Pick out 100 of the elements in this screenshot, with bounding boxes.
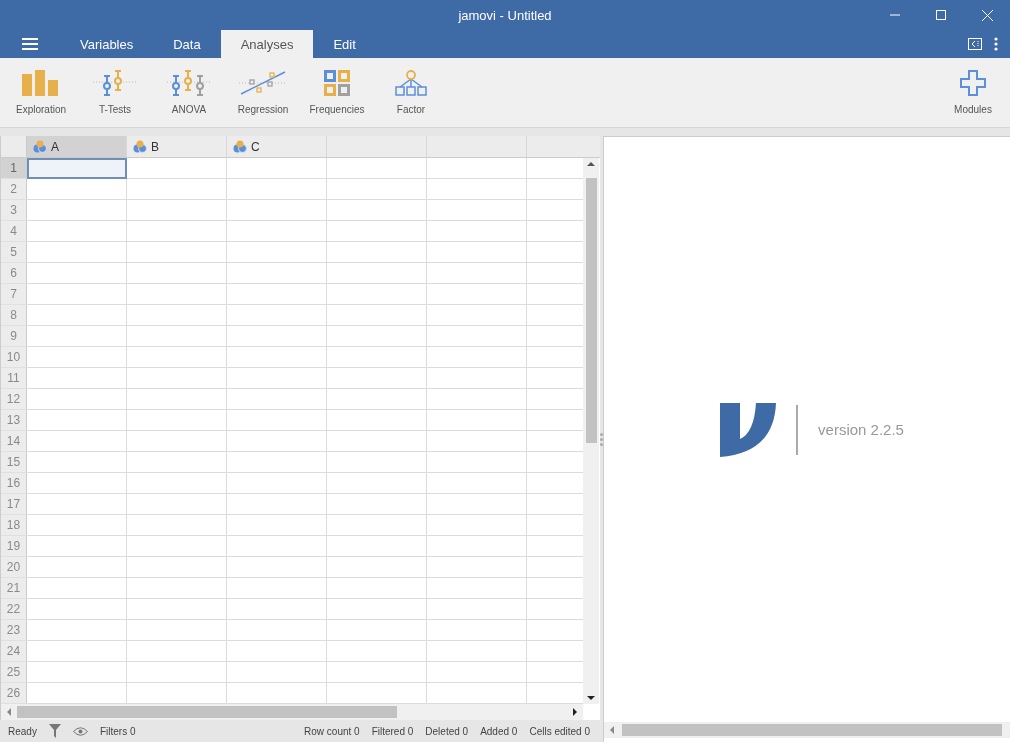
table-cell[interactable]: [227, 410, 327, 431]
table-cell[interactable]: [427, 200, 527, 221]
table-cell[interactable]: [427, 158, 527, 179]
table-cell[interactable]: [327, 473, 427, 494]
table-cell[interactable]: [327, 326, 427, 347]
table-cell[interactable]: [127, 662, 227, 683]
table-cell[interactable]: [327, 515, 427, 536]
table-cell[interactable]: [327, 557, 427, 578]
table-cell[interactable]: [127, 158, 227, 179]
table-cell[interactable]: [327, 263, 427, 284]
table-cell[interactable]: [27, 515, 127, 536]
table-cell[interactable]: [227, 347, 327, 368]
table-cell[interactable]: [27, 536, 127, 557]
table-cell[interactable]: [27, 200, 127, 221]
table-cell[interactable]: [427, 389, 527, 410]
table-cell[interactable]: [27, 599, 127, 620]
table-cell[interactable]: [227, 515, 327, 536]
table-cell[interactable]: [127, 410, 227, 431]
table-cell[interactable]: [227, 368, 327, 389]
tab[interactable]: Edit: [313, 30, 376, 58]
table-cell[interactable]: [327, 494, 427, 515]
table-cell[interactable]: [127, 641, 227, 662]
table-cell[interactable]: [127, 536, 227, 557]
table-cell[interactable]: [27, 473, 127, 494]
panel-toggle-icon[interactable]: [968, 38, 982, 50]
table-cell[interactable]: [227, 494, 327, 515]
table-cell[interactable]: [427, 557, 527, 578]
table-cell[interactable]: [427, 431, 527, 452]
analysis-button[interactable]: Exploration: [4, 58, 78, 127]
column-header[interactable]: B: [127, 136, 227, 157]
table-cell[interactable]: [327, 368, 427, 389]
modules-button[interactable]: Modules: [936, 58, 1010, 127]
tab[interactable]: Data: [153, 30, 221, 58]
vertical-scrollbar[interactable]: [583, 158, 599, 704]
table-cell[interactable]: [127, 389, 227, 410]
table-cell[interactable]: [27, 221, 127, 242]
table-cell[interactable]: [227, 557, 327, 578]
table-cell[interactable]: [27, 494, 127, 515]
table-cell[interactable]: [27, 641, 127, 662]
eye-icon[interactable]: [72, 726, 88, 736]
table-cell[interactable]: [27, 242, 127, 263]
column-header[interactable]: C: [227, 136, 327, 157]
table-cell[interactable]: [27, 179, 127, 200]
table-cell[interactable]: [427, 599, 527, 620]
table-cell[interactable]: [27, 326, 127, 347]
table-cell[interactable]: [327, 347, 427, 368]
table-cell[interactable]: [427, 452, 527, 473]
tab[interactable]: Variables: [60, 30, 154, 58]
table-cell[interactable]: [227, 599, 327, 620]
table-cell[interactable]: [27, 662, 127, 683]
table-cell[interactable]: [127, 347, 227, 368]
table-cell[interactable]: [427, 305, 527, 326]
table-cell[interactable]: [127, 452, 227, 473]
table-cell[interactable]: [27, 263, 127, 284]
table-cell[interactable]: [427, 284, 527, 305]
table-cell[interactable]: [227, 452, 327, 473]
table-cell[interactable]: [427, 242, 527, 263]
tab[interactable]: Analyses: [220, 30, 314, 58]
table-cell[interactable]: [227, 158, 327, 179]
table-cell[interactable]: [227, 242, 327, 263]
table-cell[interactable]: [127, 620, 227, 641]
table-cell[interactable]: [127, 200, 227, 221]
table-cell[interactable]: [227, 431, 327, 452]
table-cell[interactable]: [27, 389, 127, 410]
table-cell[interactable]: [227, 305, 327, 326]
more-options-icon[interactable]: [994, 37, 998, 51]
table-cell[interactable]: [427, 263, 527, 284]
table-cell[interactable]: [427, 410, 527, 431]
table-cell[interactable]: [27, 431, 127, 452]
table-cell[interactable]: [127, 284, 227, 305]
table-cell[interactable]: [227, 326, 327, 347]
table-cell[interactable]: [327, 284, 427, 305]
table-cell[interactable]: [427, 326, 527, 347]
table-cell[interactable]: [127, 221, 227, 242]
funnel-icon[interactable]: [48, 724, 61, 738]
table-cell[interactable]: [127, 494, 227, 515]
table-cell[interactable]: [27, 284, 127, 305]
table-cell[interactable]: [427, 515, 527, 536]
table-cell[interactable]: [327, 536, 427, 557]
analysis-button[interactable]: Regression: [226, 58, 300, 127]
table-cell[interactable]: [227, 284, 327, 305]
table-cell[interactable]: [127, 473, 227, 494]
table-cell[interactable]: [327, 431, 427, 452]
analysis-button[interactable]: ANOVA: [152, 58, 226, 127]
table-cell[interactable]: [327, 305, 427, 326]
table-cell[interactable]: [227, 578, 327, 599]
table-cell[interactable]: [127, 179, 227, 200]
table-cell[interactable]: [327, 179, 427, 200]
table-cell[interactable]: [227, 221, 327, 242]
table-cell[interactable]: [327, 620, 427, 641]
table-cell[interactable]: [427, 662, 527, 683]
table-cell[interactable]: [327, 389, 427, 410]
table-cell[interactable]: [227, 536, 327, 557]
table-cell[interactable]: [227, 473, 327, 494]
table-cell[interactable]: [27, 620, 127, 641]
table-cell[interactable]: [227, 200, 327, 221]
table-cell[interactable]: [327, 200, 427, 221]
analysis-button[interactable]: Factor: [374, 58, 448, 127]
horizontal-scrollbar[interactable]: [1, 704, 583, 720]
table-cell[interactable]: [327, 599, 427, 620]
